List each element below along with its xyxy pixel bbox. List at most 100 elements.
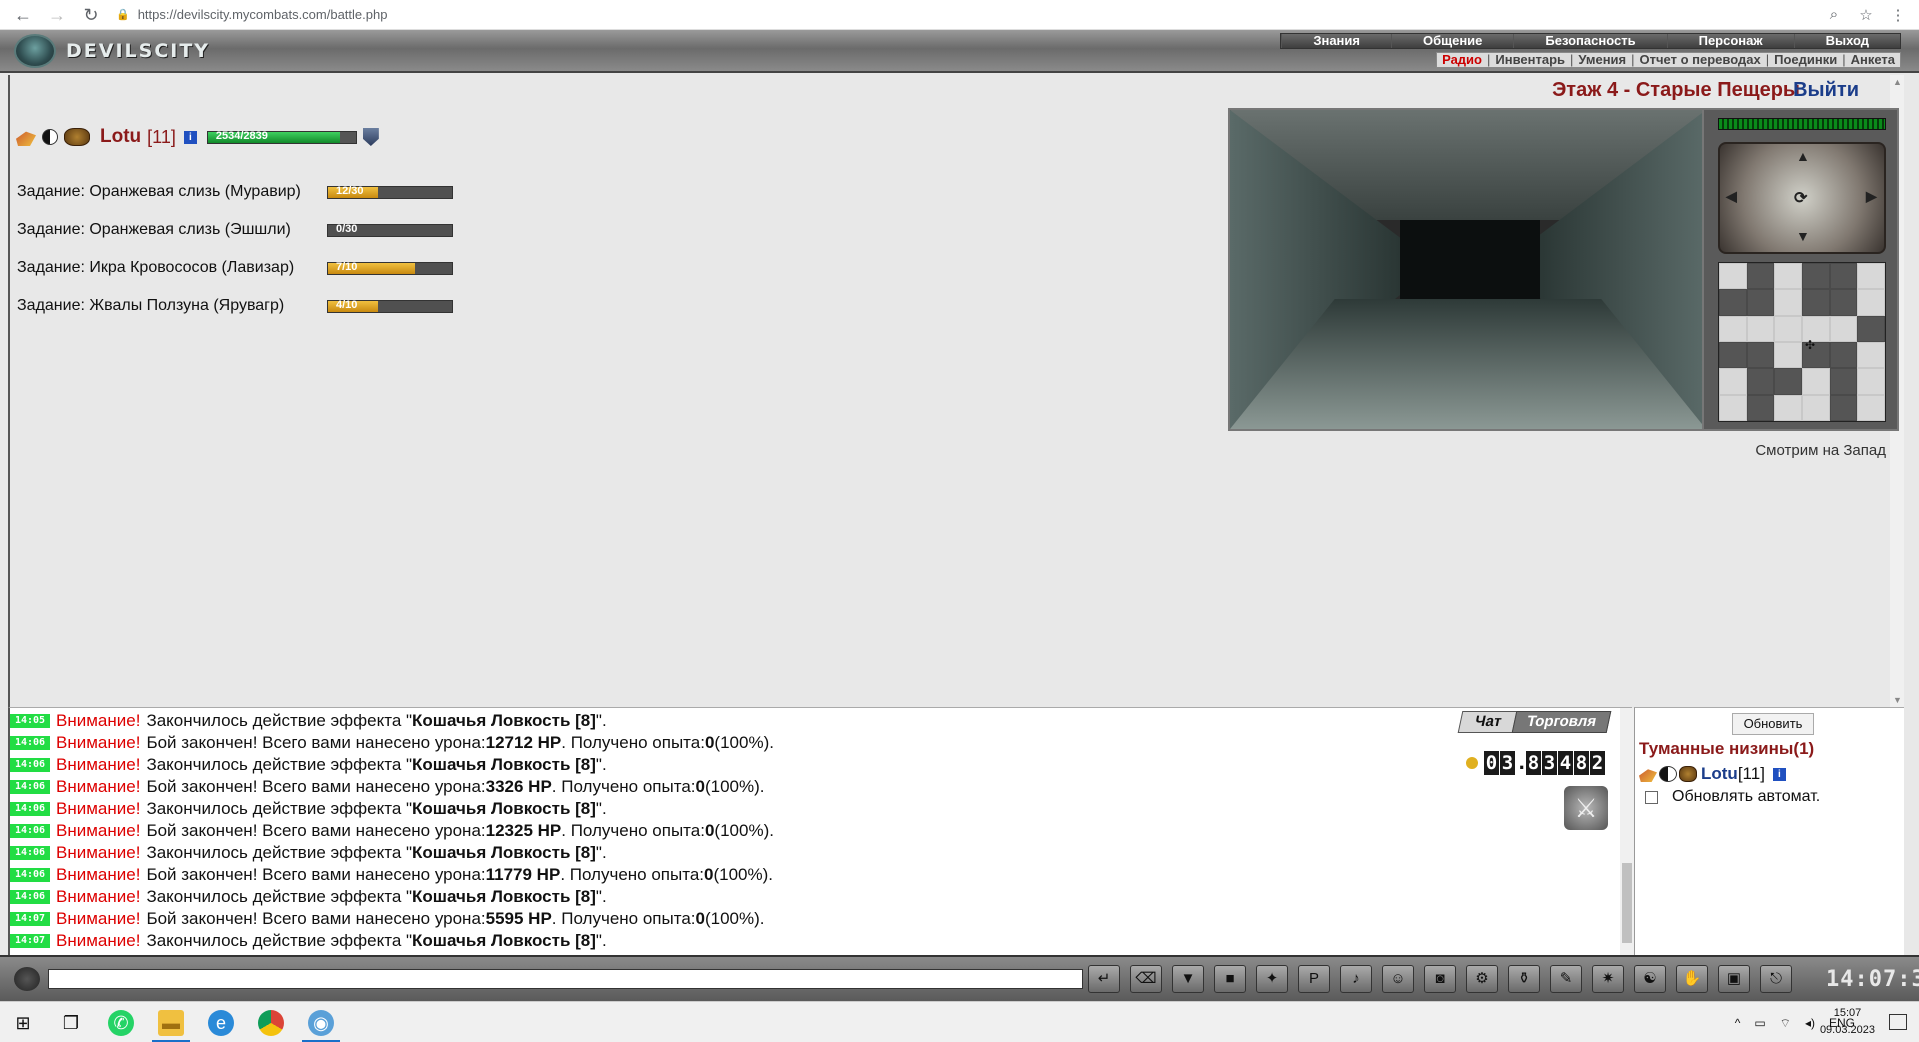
race-icon [1639, 769, 1657, 782]
refresh-button[interactable]: Обновить [1732, 713, 1814, 735]
message-time[interactable]: 14:06 [10, 868, 50, 882]
exit-icon[interactable]: ⎋ [1760, 965, 1792, 993]
message-highlight: 12325 HP [485, 821, 562, 840]
chat-message: 14:06 Внимание! Бой закончен! Всего вами н… [10, 820, 1410, 842]
send-icon[interactable]: ↵ [1088, 965, 1120, 993]
message-text: . Получено опыта: [551, 909, 696, 928]
address-bar[interactable]: 🔒 https://devilscity.mycombats.com/battl… [116, 3, 1823, 27]
save-icon[interactable]: ■ [1214, 965, 1246, 993]
message-time[interactable]: 14:06 [10, 780, 50, 794]
turn-left-icon[interactable]: ◀ [1726, 188, 1737, 205]
tray-volume-icon[interactable]: ◂) [1805, 1016, 1815, 1030]
bag-icon[interactable]: ▣ [1718, 965, 1750, 993]
message-time[interactable]: 14:06 [10, 802, 50, 816]
message-time[interactable]: 14:06 [10, 736, 50, 750]
submenu-radio[interactable]: Радио [1437, 53, 1487, 67]
quest-progress-text: 0/30 [336, 222, 358, 235]
menu-security[interactable]: Безопасность [1513, 34, 1666, 48]
refresh-view-icon[interactable]: ⟳ [1794, 188, 1807, 208]
chat-scroll-thumb[interactable] [1622, 863, 1632, 943]
top-menu: Знания Общение Безопасность Персонаж Вых… [1280, 33, 1901, 49]
tray-chevron-icon[interactable]: ^ [1735, 1016, 1741, 1030]
message-highlight: 12712 HP [485, 733, 562, 752]
task-view-icon[interactable]: ❐ [58, 1010, 84, 1036]
navigation-panel: ▲ ▼ ◀ ▶ ⟳ ✣ [1702, 108, 1899, 431]
minimap-cell [1774, 263, 1802, 290]
character-name[interactable]: Lotu [100, 126, 141, 148]
user-info-icon[interactable]: i [1772, 767, 1786, 781]
scroll-down-icon[interactable]: ▼ [1893, 695, 1902, 705]
minimap-cell [1829, 394, 1858, 421]
tray-network-icon[interactable]: ⌔ [1780, 1016, 1791, 1031]
chat-area: 14:05 Внимание! Закончилось действие эффек… [8, 707, 1634, 956]
file-explorer-icon[interactable]: ▬ [158, 1010, 184, 1036]
bookmark-star-icon[interactable]: ☆ [1855, 6, 1877, 24]
sound-icon[interactable]: ♪ [1340, 965, 1372, 993]
message-time[interactable]: 14:07 [10, 912, 50, 926]
message-time[interactable]: 14:07 [10, 934, 50, 948]
forward-icon[interactable]: → [46, 4, 68, 26]
tab-trade[interactable]: Торговля [1511, 711, 1612, 733]
chat-mode-icon[interactable] [14, 967, 40, 991]
message-text: Закончилось действие эффекта " [146, 711, 413, 730]
browser-menu-icon[interactable]: ⋮ [1887, 6, 1909, 24]
filter-icon[interactable]: ▼ [1172, 965, 1204, 993]
crossed-swords-icon[interactable]: ⚔ [1564, 786, 1608, 830]
chrome-icon[interactable] [258, 1010, 284, 1036]
tray-monitor-icon[interactable]: ▭ [1754, 1016, 1765, 1030]
message-warning: Внимание! [56, 865, 141, 884]
clear-icon[interactable]: ⌫ [1130, 965, 1162, 993]
message-warning: Внимание! [56, 887, 141, 906]
windows-start-icon[interactable]: ⊞ [10, 1010, 36, 1036]
quest-progress-text: 7/10 [336, 260, 358, 273]
back-icon[interactable]: ← [12, 4, 34, 26]
translit-icon[interactable]: P [1298, 965, 1330, 993]
game-client-icon[interactable]: ◉ [308, 1010, 334, 1036]
auto-refresh-checkbox[interactable] [1645, 790, 1658, 804]
submenu-inventory[interactable]: Инвентарь [1490, 53, 1570, 67]
menu-logout[interactable]: Выход [1793, 34, 1900, 48]
submenu-transfer-report[interactable]: Отчет о переводах [1635, 53, 1766, 67]
settings-icon[interactable]: ⚙ [1466, 965, 1498, 993]
message-time[interactable]: 14:06 [10, 890, 50, 904]
message-time[interactable]: 14:06 [10, 824, 50, 838]
movement-compass[interactable]: ▲ ▼ ◀ ▶ ⟳ [1718, 142, 1886, 254]
message-time[interactable]: 14:06 [10, 758, 50, 772]
zoom-icon[interactable]: ⌕ [1823, 6, 1845, 23]
fight-icon[interactable]: ✦ [1256, 965, 1288, 993]
menu-communication[interactable]: Общение [1390, 34, 1513, 48]
taskbar-clock[interactable]: 15:07 09.03.2023 [1820, 1005, 1875, 1039]
helmet-icon[interactable]: ◙ [1424, 965, 1456, 993]
gear-icon[interactable]: ✷ [1592, 965, 1624, 993]
tab-chat[interactable]: Чат [1457, 711, 1519, 733]
scroll-up-icon[interactable]: ▲ [1893, 77, 1902, 87]
message-time[interactable]: 14:05 [10, 714, 50, 728]
money-digit: 8 [1526, 751, 1541, 775]
whatsapp-icon[interactable]: ✆ [108, 1010, 134, 1036]
move-back-icon[interactable]: ▼ [1796, 228, 1810, 244]
message-text: (100%). [714, 821, 774, 840]
message-time[interactable]: 14:06 [10, 846, 50, 860]
reload-icon[interactable]: ↻ [80, 4, 102, 26]
submenu-skills[interactable]: Умения [1573, 53, 1631, 67]
exit-location-link[interactable]: Выйти [1793, 79, 1859, 102]
notification-icon[interactable] [1889, 1014, 1907, 1030]
submenu-duels[interactable]: Поединки [1769, 53, 1842, 67]
turn-right-icon[interactable]: ▶ [1866, 188, 1877, 205]
potion-icon[interactable]: ⚱ [1508, 965, 1540, 993]
chat-scrollbar[interactable] [1620, 708, 1634, 956]
menu-knowledge[interactable]: Знания [1281, 34, 1391, 48]
chat-input[interactable] [48, 969, 1083, 989]
move-forward-icon[interactable]: ▲ [1796, 148, 1810, 164]
submenu-profile[interactable]: Анкета [1846, 53, 1900, 67]
scroll-icon[interactable]: ✎ [1550, 965, 1582, 993]
smile-icon[interactable]: ☺ [1382, 965, 1414, 993]
room-user-name[interactable]: Lotu [1701, 764, 1738, 784]
internet-explorer-icon[interactable]: e [208, 1010, 234, 1036]
dungeon-view[interactable] [1228, 108, 1708, 431]
hand-icon[interactable]: ✋ [1676, 965, 1708, 993]
character-info-icon[interactable]: i [183, 130, 197, 144]
minimap-cell [1719, 289, 1747, 316]
menu-character[interactable]: Персонаж [1666, 34, 1794, 48]
yin-yang-icon[interactable]: ☯ [1634, 965, 1666, 993]
